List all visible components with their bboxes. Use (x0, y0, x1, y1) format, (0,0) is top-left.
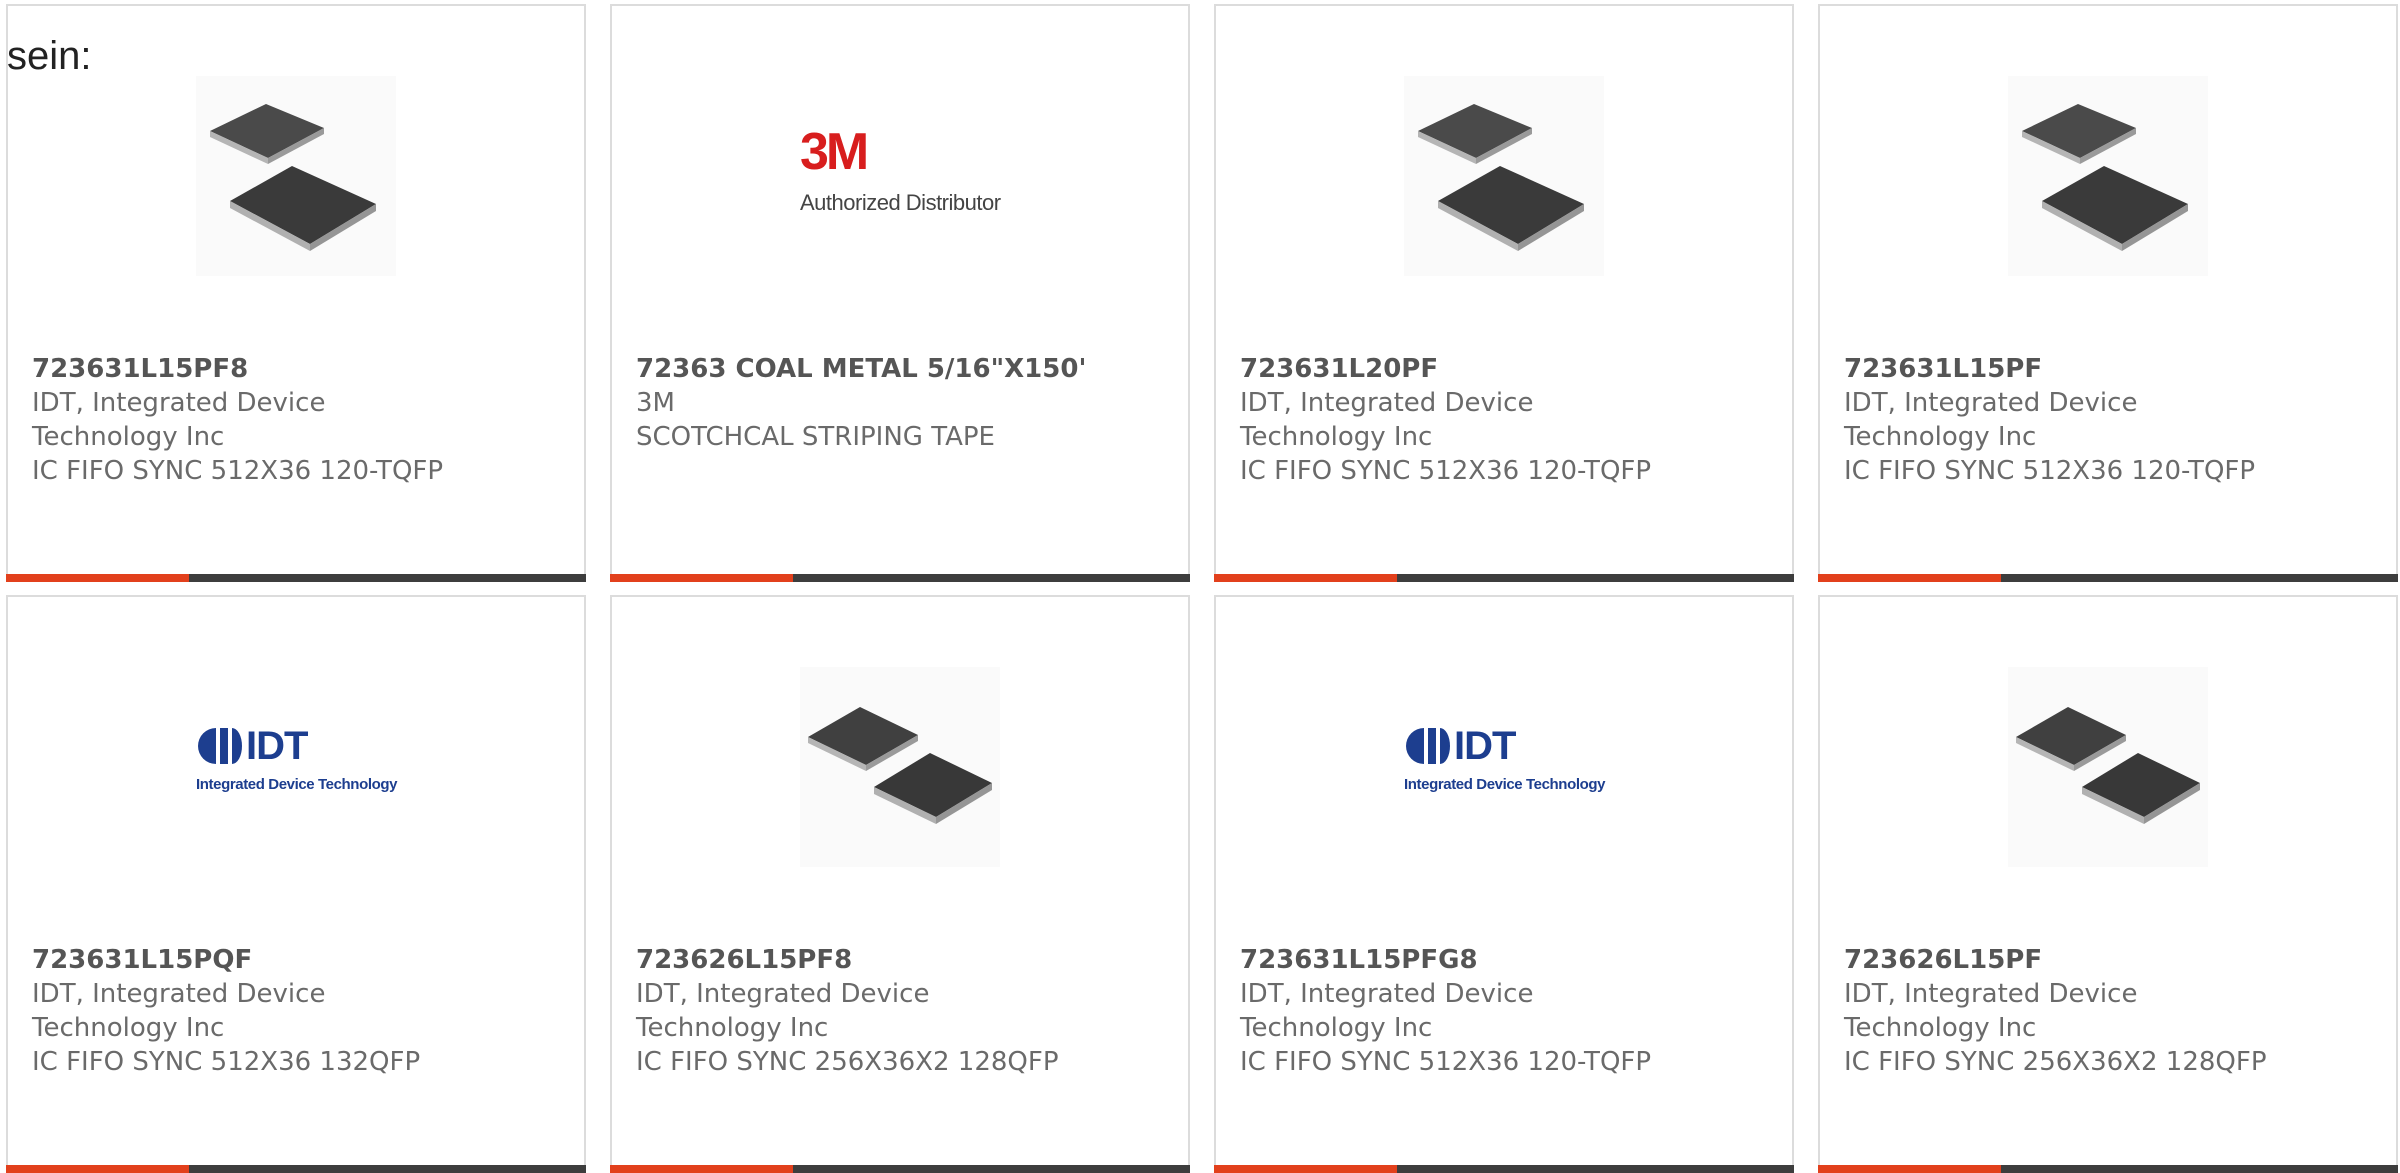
product-info: 723631L15PFG8 IDT, Integrated Device Tec… (1240, 943, 1780, 1079)
chip-package-icon (800, 667, 1000, 867)
part-number-link[interactable]: 723626L15PF8 (636, 943, 1176, 977)
product-info: 72363 COAL METAL 5/16"X150' 3M SCOTCHCAL… (636, 352, 1176, 454)
card-footer-accent (6, 574, 189, 582)
description: IC FIFO SYNC 512X36 120-TQFP (32, 456, 444, 486)
chip-package-icon (2008, 76, 2208, 276)
part-number-link[interactable]: 723631L15PF8 (32, 352, 572, 386)
card-footer-bar (610, 574, 1190, 582)
product-info: 723631L15PF IDT, Integrated Device Techn… (1844, 352, 2384, 488)
chip-package-icon (1404, 76, 1604, 276)
product-card[interactable]: IDT Integrated Device Technology 723631L… (1214, 595, 1794, 1173)
product-image[interactable]: 3M Authorized Distributor (800, 76, 1001, 276)
product-card[interactable]: 723626L15PF8 IDT, Integrated Device Tech… (610, 595, 1190, 1173)
product-info: 723626L15PF IDT, Integrated Device Techn… (1844, 943, 2384, 1079)
product-info: 723631L15PF8 IDT, Integrated Device Tech… (32, 352, 572, 488)
product-image[interactable] (2008, 667, 2208, 867)
card-footer-accent (610, 1165, 793, 1173)
product-image[interactable] (1404, 76, 1604, 276)
page-label: sein: (7, 34, 92, 78)
part-number-link[interactable]: 72363 COAL METAL 5/16"X150' (636, 352, 1176, 386)
card-footer-accent (1818, 1165, 2001, 1173)
3m-logo: 3M Authorized Distributor (800, 116, 1001, 236)
product-card[interactable]: 723631L20PF IDT, Integrated Device Techn… (1214, 4, 1794, 582)
card-footer-accent (6, 1165, 189, 1173)
product-image[interactable] (800, 667, 1000, 867)
card-footer-bar (1214, 1165, 1794, 1173)
manufacturer: IDT, Integrated Device Technology Inc (1844, 979, 2138, 1043)
idt-logo-subtext: Integrated Device Technology (1404, 776, 1606, 793)
product-card[interactable]: 3M Authorized Distributor 72363 COAL MET… (610, 4, 1190, 582)
product-info: 723626L15PF8 IDT, Integrated Device Tech… (636, 943, 1176, 1079)
card-footer-accent (1214, 1165, 1397, 1173)
card-footer-bar (1214, 574, 1794, 582)
description: IC FIFO SYNC 256X36X2 128QFP (1844, 1047, 2267, 1077)
idt-logo-mark: IDT (246, 724, 308, 768)
card-footer-bar (6, 574, 586, 582)
description: IC FIFO SYNC 512X36 120-TQFP (1844, 456, 2256, 486)
idt-logo: IDT Integrated Device Technology (196, 722, 398, 812)
part-number-link[interactable]: 723631L15PF (1844, 352, 2384, 386)
product-image[interactable]: IDT Integrated Device Technology (1404, 667, 1606, 867)
product-info: 723631L20PF IDT, Integrated Device Techn… (1240, 352, 1780, 488)
manufacturer: IDT, Integrated Device Technology Inc (1844, 388, 2138, 452)
manufacturer: IDT, Integrated Device Technology Inc (32, 388, 326, 452)
part-number-link[interactable]: 723631L15PFG8 (1240, 943, 1780, 977)
product-grid: 723631L15PF8 IDT, Integrated Device Tech… (6, 4, 2398, 1173)
description: IC FIFO SYNC 512X36 120-TQFP (1240, 456, 1652, 486)
manufacturer: IDT, Integrated Device Technology Inc (1240, 979, 1534, 1043)
chip-package-icon (196, 76, 396, 276)
product-image[interactable] (196, 76, 396, 276)
idt-logo-symbol-icon (1406, 728, 1450, 764)
chip-package-icon (2008, 667, 2208, 867)
part-number-link[interactable]: 723631L20PF (1240, 352, 1780, 386)
manufacturer: IDT, Integrated Device Technology Inc (32, 979, 326, 1043)
3m-logo-mark: 3M (800, 123, 869, 181)
3m-logo-subtext: Authorized Distributor (800, 190, 1001, 215)
card-footer-bar (6, 1165, 586, 1173)
card-footer-bar (1818, 574, 2398, 582)
product-card[interactable]: 723626L15PF IDT, Integrated Device Techn… (1818, 595, 2398, 1173)
product-info: 723631L15PQF IDT, Integrated Device Tech… (32, 943, 572, 1079)
description: IC FIFO SYNC 256X36X2 128QFP (636, 1047, 1059, 1077)
product-card[interactable]: IDT Integrated Device Technology 723631L… (6, 595, 586, 1173)
card-footer-bar (610, 1165, 1190, 1173)
part-number-link[interactable]: 723626L15PF (1844, 943, 2384, 977)
description: IC FIFO SYNC 512X36 120-TQFP (1240, 1047, 1652, 1077)
card-footer-accent (1214, 574, 1397, 582)
product-card[interactable]: 723631L15PF IDT, Integrated Device Techn… (1818, 4, 2398, 582)
manufacturer: IDT, Integrated Device Technology Inc (636, 979, 930, 1043)
card-footer-bar (1818, 1165, 2398, 1173)
manufacturer: IDT, Integrated Device Technology Inc (1240, 388, 1534, 452)
product-image[interactable] (2008, 76, 2208, 276)
description: SCOTCHCAL STRIPING TAPE (636, 422, 995, 452)
part-number-link[interactable]: 723631L15PQF (32, 943, 572, 977)
idt-logo: IDT Integrated Device Technology (1404, 722, 1606, 812)
idt-logo-symbol-icon (198, 728, 242, 764)
card-footer-accent (1818, 574, 2001, 582)
product-card[interactable]: 723631L15PF8 IDT, Integrated Device Tech… (6, 4, 586, 582)
idt-logo-mark: IDT (1454, 724, 1516, 768)
product-image[interactable]: IDT Integrated Device Technology (196, 667, 398, 867)
description: IC FIFO SYNC 512X36 132QFP (32, 1047, 421, 1077)
idt-logo-subtext: Integrated Device Technology (196, 776, 398, 793)
manufacturer: 3M (636, 388, 675, 418)
card-footer-accent (610, 574, 793, 582)
